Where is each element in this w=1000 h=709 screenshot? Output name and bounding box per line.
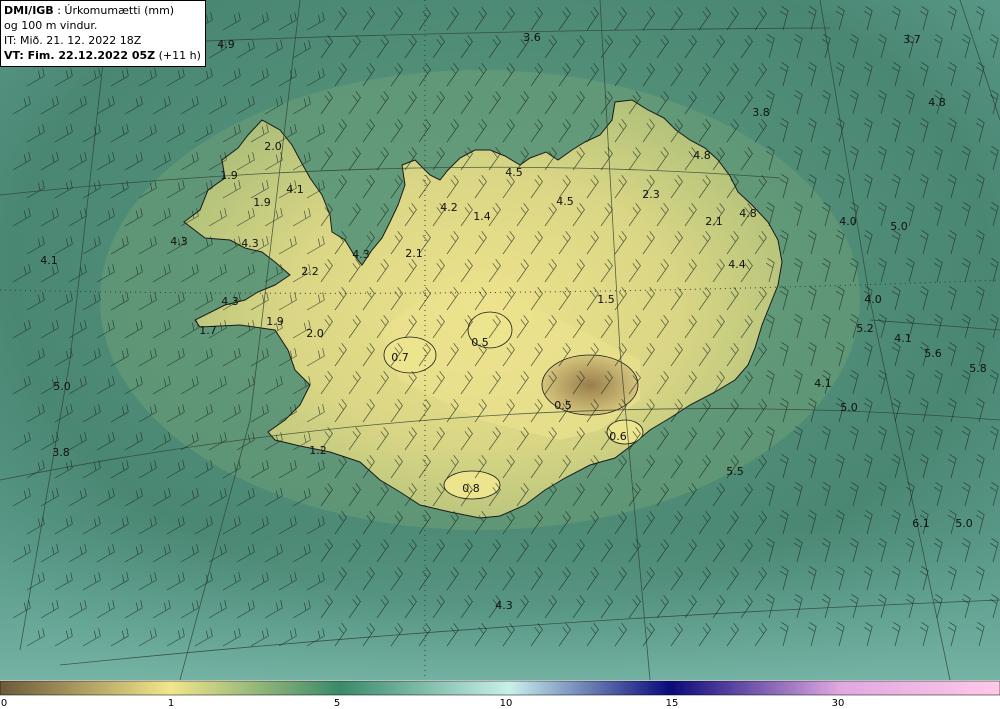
map-info-box: DMI/IGB : Úrkomumætti (mm) og 100 m vind…: [0, 0, 206, 67]
value-label: 3.7: [903, 33, 921, 46]
value-label: 2.2: [301, 265, 319, 278]
value-label: 0.8: [462, 482, 480, 495]
value-label: 4.1: [286, 183, 304, 196]
colorbar-tick-label: 1: [168, 698, 174, 709]
value-label: 5.6: [924, 347, 942, 360]
value-label: 1.5: [597, 293, 615, 306]
valid-time: VT: Fim. 22.12.2022 05Z: [4, 49, 156, 62]
value-label: 2.0: [306, 327, 324, 340]
colorbar-tick-label: 0: [1, 698, 7, 709]
value-label: 5.5: [726, 465, 744, 478]
source-label: DMI/IGB: [4, 4, 54, 17]
value-label: 4.8: [693, 149, 711, 162]
value-label: 0.5: [554, 399, 572, 412]
value-label: 4.1: [40, 254, 58, 267]
colorbar: [0, 680, 1000, 696]
value-label: 4.5: [505, 166, 523, 179]
value-label: 5.0: [840, 401, 858, 414]
value-label: 5.0: [890, 220, 908, 233]
value-label: 4.3: [170, 235, 188, 248]
field-sub-label: og 100 m vindur.: [4, 19, 98, 32]
value-label: 4.1: [814, 377, 832, 390]
value-label: 4.0: [864, 293, 882, 306]
value-label: 4.9: [217, 38, 235, 51]
field-label: : Úrkomumætti (mm): [53, 4, 175, 17]
value-label: 0.6: [609, 430, 627, 443]
value-label: 1.7: [199, 324, 217, 337]
colorbar-tick-label: 5: [334, 698, 340, 709]
value-label: 1.9: [220, 169, 238, 182]
colorbar-tick-label: 10: [500, 698, 513, 709]
value-label: 1.9: [253, 196, 271, 209]
value-label: 1.9: [266, 315, 284, 328]
value-label: 3.8: [52, 446, 70, 459]
forecast-offset: (+11 h): [155, 49, 201, 62]
value-label: 4.8: [928, 96, 946, 109]
value-label: 0.5: [471, 336, 489, 349]
value-label: 0.7: [391, 351, 409, 364]
value-label: 2.3: [642, 188, 660, 201]
value-label: 5.8: [969, 362, 987, 375]
value-label: 2.1: [405, 247, 423, 260]
value-label: 3.8: [752, 106, 770, 119]
value-label: 2.0: [264, 140, 282, 153]
value-label: 1.2: [309, 444, 327, 457]
value-label: 4.1: [894, 332, 912, 345]
value-label: 4.3: [221, 295, 239, 308]
value-label: 5.2: [856, 322, 874, 335]
precipitation-map: 4.9 3.6 3.7 4.8 3.8 2.0 4.8 1.9 4.5 4.1 1.9 2.3 4.5 4…: [0, 0, 1000, 709]
value-label: 4.5: [556, 195, 574, 208]
colorbar-tick-label: 30: [832, 698, 845, 709]
value-label: 4.4: [728, 258, 746, 271]
value-label: 4.8: [739, 207, 757, 220]
value-label: 1.4: [473, 210, 491, 223]
colorbar-tick-label: 15: [666, 698, 679, 709]
initial-time: IT: Mið. 21. 12. 2022 18Z: [4, 34, 142, 47]
value-label: 3.6: [523, 31, 541, 44]
value-label: 2.1: [705, 215, 723, 228]
value-label: 6.1: [912, 517, 930, 530]
value-label: 4.3: [352, 248, 370, 261]
value-label: 4.2: [440, 201, 458, 214]
value-label: 4.3: [495, 599, 513, 612]
value-label: 5.0: [955, 517, 973, 530]
value-label: 4.0: [839, 215, 857, 228]
value-label: 5.0: [53, 380, 71, 393]
value-label: 4.3: [241, 237, 259, 250]
